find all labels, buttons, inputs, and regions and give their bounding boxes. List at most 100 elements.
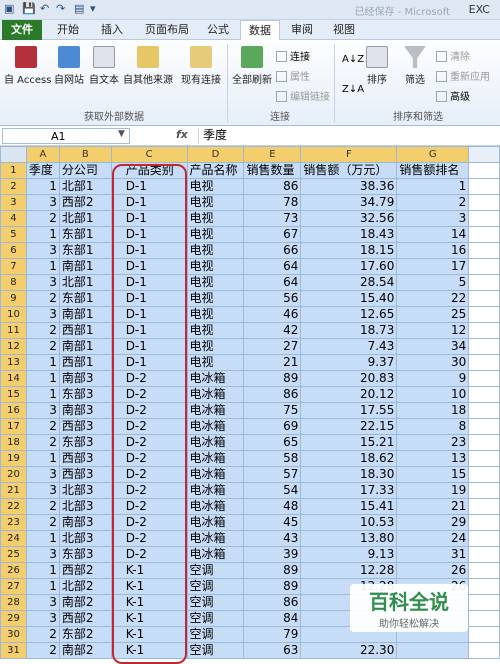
worksheet-grid[interactable]: A B C D E F G 1 季度 分公司 产品类别 产品名称 销售数量 销售…: [0, 146, 500, 659]
cell-p[interactable]: 电冰箱: [186, 450, 245, 467]
cell-rank[interactable]: 15: [396, 466, 470, 483]
cell-b[interactable]: 南部3: [58, 370, 112, 387]
cell-qty[interactable]: 43: [243, 530, 302, 547]
cell-amt[interactable]: 18.62: [300, 450, 398, 467]
row-header[interactable]: 31: [0, 642, 27, 659]
cell-b[interactable]: 北部1: [58, 178, 112, 195]
cell-p[interactable]: 电视: [186, 258, 245, 275]
cell-b[interactable]: 东部2: [58, 626, 112, 643]
cell-rank[interactable]: 13: [396, 450, 470, 467]
cell-q[interactable]: 1: [25, 354, 60, 371]
cell-qty[interactable]: 42: [243, 322, 302, 339]
cell-p[interactable]: 电冰箱: [186, 434, 245, 451]
cell-q[interactable]: 2: [25, 514, 60, 531]
cell-empty[interactable]: [468, 562, 500, 579]
cell-q[interactable]: 3: [25, 466, 60, 483]
cell-p[interactable]: 电冰箱: [186, 546, 245, 563]
cell-q[interactable]: 3: [25, 242, 60, 259]
cell-b[interactable]: 西部3: [58, 466, 112, 483]
cell-empty[interactable]: [468, 194, 500, 211]
cell-rank[interactable]: 3: [396, 210, 470, 227]
formula-input[interactable]: 季度: [198, 128, 498, 144]
cell-empty[interactable]: [468, 226, 500, 243]
row-header[interactable]: 25: [0, 546, 27, 563]
cell-p[interactable]: 空调: [186, 642, 245, 659]
tab-data[interactable]: 数据: [240, 20, 280, 41]
refresh-all-button[interactable]: 全部刷新: [232, 46, 272, 86]
cell-b[interactable]: 南部1: [58, 258, 112, 275]
cell-p[interactable]: 电视: [186, 210, 245, 227]
cell-amt[interactable]: 18.73: [300, 322, 398, 339]
cell-empty[interactable]: [468, 450, 500, 467]
cell-rank[interactable]: [396, 642, 470, 659]
row-header[interactable]: 6: [0, 242, 27, 259]
properties-button[interactable]: 属性: [276, 68, 310, 83]
cell-p[interactable]: 空调: [186, 562, 245, 579]
row-header[interactable]: 30: [0, 626, 27, 643]
cell-rank[interactable]: 5: [396, 274, 470, 291]
cell-b[interactable]: 西部2: [58, 562, 112, 579]
select-all-corner[interactable]: [0, 146, 27, 163]
cell-p[interactable]: 电冰箱: [186, 370, 245, 387]
advanced-filter-button[interactable]: 高级: [436, 88, 470, 103]
cell-qty[interactable]: 45: [243, 514, 302, 531]
from-access-button[interactable]: 自 Access: [4, 46, 51, 86]
cell-qty[interactable]: 84: [243, 610, 302, 627]
cell-amt[interactable]: 18.15: [300, 242, 398, 259]
row-header[interactable]: 24: [0, 530, 27, 547]
tab-review[interactable]: 审阅: [284, 20, 320, 40]
reapply-button[interactable]: 重新应用: [436, 68, 490, 83]
cell-p[interactable]: 电冰箱: [186, 418, 245, 435]
cell-b[interactable]: 西部1: [58, 322, 112, 339]
cell-b[interactable]: 北部3: [58, 530, 112, 547]
cell-p[interactable]: 空调: [186, 626, 245, 643]
cell-p[interactable]: 电视: [186, 290, 245, 307]
cell-empty[interactable]: [468, 274, 500, 291]
column-header-f[interactable]: F: [300, 146, 398, 163]
cell-b[interactable]: 西部2: [58, 610, 112, 627]
cell-qty[interactable]: 86: [243, 386, 302, 403]
cell-rank[interactable]: 29: [396, 514, 470, 531]
cell-empty[interactable]: [468, 594, 500, 611]
cell-q[interactable]: 1: [25, 450, 60, 467]
cell-amt[interactable]: 17.33: [300, 482, 398, 499]
cell-rank[interactable]: 2: [396, 194, 470, 211]
row-header[interactable]: 29: [0, 610, 27, 627]
cell-b[interactable]: 北部3: [58, 482, 112, 499]
cell-qty[interactable]: 86: [243, 594, 302, 611]
row-header[interactable]: 17: [0, 418, 27, 435]
cell-rank[interactable]: 30: [396, 354, 470, 371]
cell-b[interactable]: 南部3: [58, 402, 112, 419]
cell-rank[interactable]: 10: [396, 386, 470, 403]
row-header[interactable]: 14: [0, 370, 27, 387]
cell-q[interactable]: 1: [25, 530, 60, 547]
cell-qty[interactable]: 64: [243, 274, 302, 291]
cell-q[interactable]: 3: [25, 194, 60, 211]
cell-q[interactable]: 2: [25, 642, 60, 659]
cell-p[interactable]: 电视: [186, 338, 245, 355]
cell-q[interactable]: 3: [25, 402, 60, 419]
cell-q[interactable]: 3: [25, 546, 60, 563]
row-header[interactable]: 12: [0, 338, 27, 355]
cell-qty[interactable]: 86: [243, 178, 302, 195]
cell-empty[interactable]: [468, 642, 500, 659]
cell-qty[interactable]: 89: [243, 562, 302, 579]
cell-rank[interactable]: 18: [396, 402, 470, 419]
cell-b[interactable]: 北部1: [58, 274, 112, 291]
cell-qty[interactable]: 66: [243, 242, 302, 259]
cell-rank[interactable]: 16: [396, 242, 470, 259]
cell-amt[interactable]: 15.21: [300, 434, 398, 451]
clear-filter-button[interactable]: 清除: [436, 48, 470, 63]
cell-p[interactable]: 电冰箱: [186, 514, 245, 531]
cell-g1-header[interactable]: 销售额排名: [396, 162, 470, 179]
cell-b[interactable]: 西部3: [58, 450, 112, 467]
cell-empty[interactable]: [468, 530, 500, 547]
cell-amt[interactable]: 10.53: [300, 514, 398, 531]
connections-button[interactable]: 连接: [276, 48, 310, 63]
cell-qty[interactable]: 56: [243, 290, 302, 307]
cell-qty[interactable]: 67: [243, 226, 302, 243]
cell-empty[interactable]: [468, 514, 500, 531]
cell-amt[interactable]: 18.30: [300, 466, 398, 483]
save-icon[interactable]: 💾: [22, 2, 36, 15]
row-header[interactable]: 4: [0, 210, 27, 227]
